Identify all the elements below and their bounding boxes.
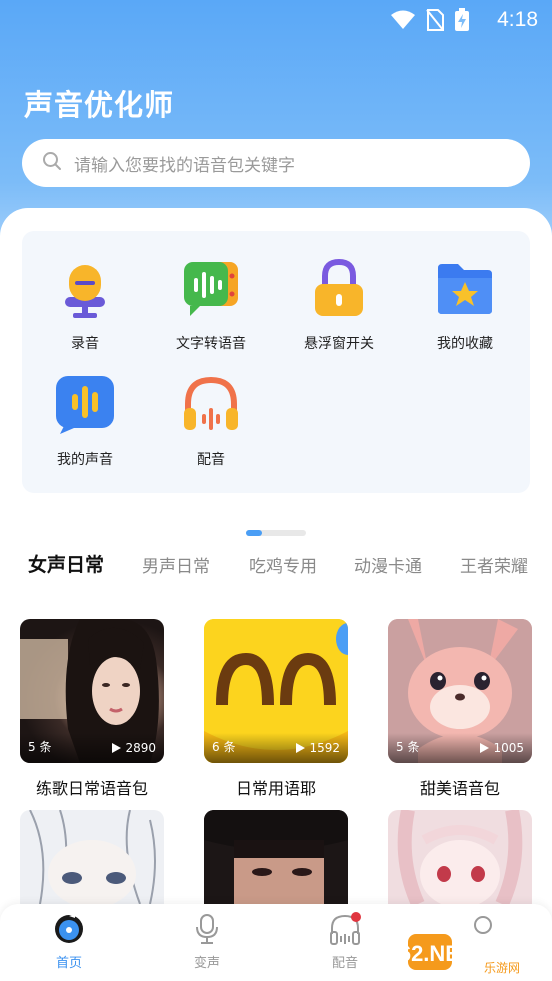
- voice-pack-thumbnail: [204, 810, 348, 904]
- page-indicator-active: [246, 530, 262, 536]
- voice-pack-card[interactable]: 5 条 2890 练歌日常语音包: [20, 619, 164, 799]
- no-sim-icon: [426, 9, 444, 35]
- play-count: 2890: [112, 741, 156, 755]
- voice-pack-title: 甜美语音包: [419, 779, 500, 798]
- page-title: 声音优化师: [24, 88, 175, 122]
- tool-label: 配音: [197, 452, 225, 468]
- nav-label: 变声: [193, 956, 220, 971]
- play-count: 1005: [480, 741, 524, 755]
- voice-pack-thumbnail: 6 条 1592: [204, 619, 348, 763]
- tab-pubg[interactable]: 吃鸡专用: [249, 552, 317, 577]
- voice-pack-card[interactable]: 5 条 1005 甜美语音包: [388, 619, 532, 799]
- voice-pack-card[interactable]: 6 条 1592 日常用语耶: [204, 619, 348, 799]
- voice-pack-thumbnail: [388, 810, 532, 904]
- tool-label: 悬浮窗开关: [304, 336, 374, 352]
- search-icon: [42, 151, 62, 175]
- play-icon: [112, 743, 122, 753]
- voice-pack-thumbnail: [20, 810, 164, 904]
- wifi-icon: [390, 10, 416, 34]
- play-count: 1592: [296, 741, 340, 755]
- voice-pack-title: 日常用语耶: [235, 779, 316, 798]
- tab-female-daily[interactable]: 女声日常: [28, 550, 104, 577]
- tab-anime-cartoon[interactable]: 动漫卡通: [354, 552, 422, 577]
- tab-honor-of-kings[interactable]: 王者荣耀: [460, 552, 528, 577]
- music-disc-icon: [52, 912, 86, 946]
- item-count: 5 条: [396, 740, 420, 754]
- tool-my-voice[interactable]: 我的声音: [22, 373, 148, 469]
- text-to-speech-icon: [179, 257, 243, 321]
- tool-my-favorites[interactable]: 我的收藏: [402, 257, 528, 353]
- voice-pack-title: 练歌日常语音包: [35, 779, 148, 798]
- voice-pack-card[interactable]: [20, 810, 164, 904]
- tool-floating-window-toggle[interactable]: 悬浮窗开关: [276, 257, 402, 353]
- status-bar: 4:18: [0, 0, 552, 40]
- status-time: 4:18: [497, 8, 538, 31]
- play-count-value: 1592: [309, 741, 340, 755]
- headset-icon: [328, 912, 362, 946]
- play-icon: [480, 743, 490, 753]
- page-indicator: [246, 530, 306, 536]
- lock-icon: [307, 257, 371, 321]
- tool-record[interactable]: 录音: [22, 257, 148, 353]
- nav-home[interactable]: 首页: [29, 912, 109, 971]
- watermark-text: 962.NET: [406, 941, 474, 966]
- tool-dubbing[interactable]: 配音: [148, 373, 274, 469]
- star-folder-icon: [433, 257, 497, 321]
- microphone-icon: [53, 257, 117, 321]
- battery-charging-icon: [454, 8, 470, 36]
- item-count: 6 条: [212, 740, 236, 754]
- play-count-value: 2890: [125, 741, 156, 755]
- tool-text-to-speech[interactable]: 文字转语音: [148, 257, 274, 353]
- thumbnail-meta: 5 条 2890: [20, 733, 164, 763]
- mic-icon: [190, 912, 224, 946]
- nav-label: 首页: [55, 956, 82, 971]
- play-icon: [296, 743, 306, 753]
- nav-label: 配音: [331, 956, 358, 971]
- tool-label: 我的声音: [57, 452, 113, 468]
- nav-voice-change[interactable]: 变声: [167, 912, 247, 971]
- voice-pack-card[interactable]: [388, 810, 532, 904]
- category-tabs: 女声日常 男声日常 吃鸡专用 动漫卡通 王者荣耀: [0, 552, 552, 582]
- tool-label: 我的收藏: [437, 336, 493, 352]
- search-placeholder: 请输入您要找的语音包关键字: [74, 155, 295, 176]
- tool-panel: 录音 文字转语音 悬浮窗开关 我的收藏 我的声音 配音: [22, 231, 530, 493]
- headphones-icon: [179, 373, 243, 437]
- item-count: 5 条: [28, 740, 52, 754]
- nav-dubbing[interactable]: 配音: [305, 912, 385, 971]
- tab-male-daily[interactable]: 男声日常: [142, 552, 210, 577]
- play-count-value: 1005: [493, 741, 524, 755]
- voice-pack-card[interactable]: [204, 810, 348, 904]
- tool-label: 录音: [71, 336, 99, 352]
- watermark-sub: 乐游网: [484, 961, 520, 975]
- search-input[interactable]: 请输入您要找的语音包关键字: [22, 139, 530, 187]
- thumbnail-meta: 5 条 1005: [388, 733, 532, 763]
- watermark-logo: 962.NET 乐游网: [387, 928, 544, 976]
- voice-pack-thumbnail: 5 条 1005: [388, 619, 532, 763]
- voice-pack-thumbnail: 5 条 2890: [20, 619, 164, 763]
- thumbnail-meta: 6 条 1592: [204, 733, 348, 763]
- tool-label: 文字转语音: [176, 336, 246, 352]
- voice-wave-icon: [53, 373, 117, 437]
